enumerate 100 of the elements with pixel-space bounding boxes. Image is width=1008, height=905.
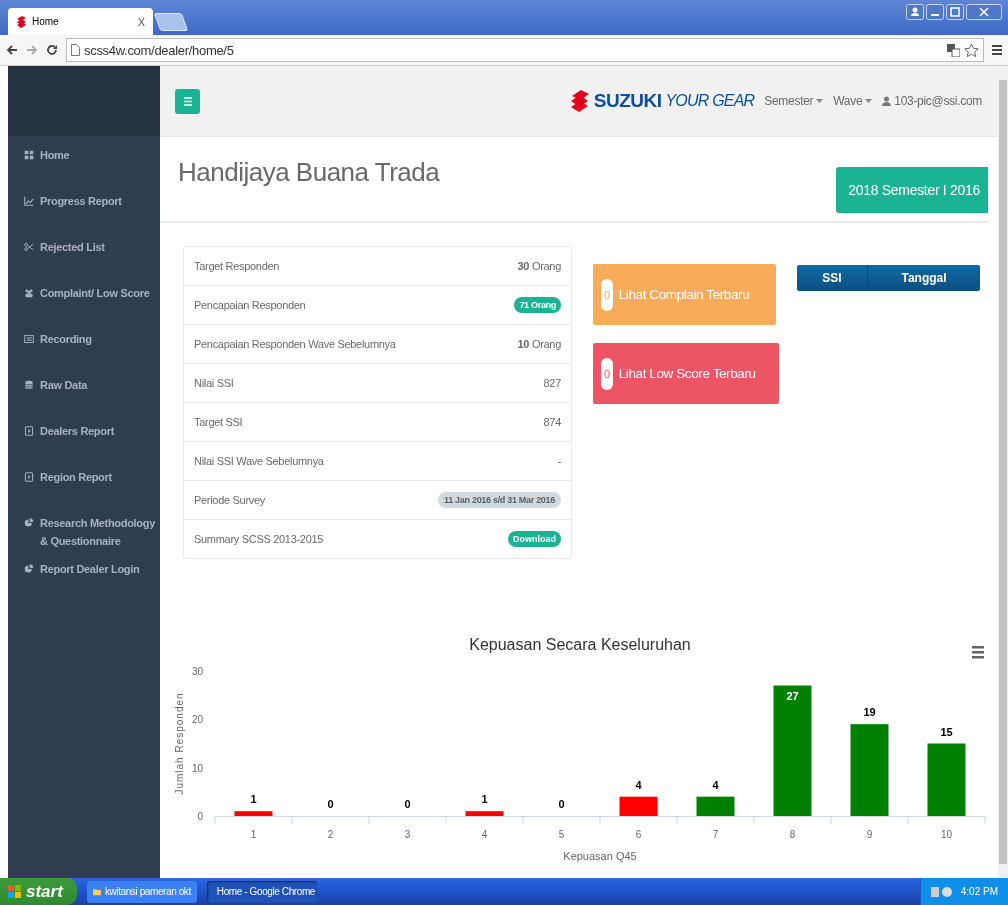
tick-label: 2 [327, 829, 334, 840]
sidebar-item[interactable]: Complaint/ Low Score [8, 284, 160, 330]
tick-label: 7 [712, 829, 719, 840]
taskbar-button[interactable]: kwitansi pameran okt [86, 880, 197, 903]
logo-icon [16, 15, 27, 28]
sidebar-item[interactable]: Home [8, 146, 160, 192]
sidebar-item[interactable]: Region Report [8, 468, 160, 514]
tick-label: 30 [191, 666, 203, 677]
new-tab-button[interactable] [153, 13, 189, 31]
sidebar-item[interactable]: Research Methodology & Questionnaire [8, 514, 160, 560]
dropdown-menu[interactable]: Wave [833, 94, 873, 108]
row-value: 10 Orang [517, 338, 561, 350]
row-label: Pencapaian Responden Wave Sebelumnya [194, 338, 396, 350]
row-label: Summary SCSS 2013-2015 [194, 533, 324, 545]
caret-icon [816, 99, 824, 103]
star-icon[interactable] [964, 43, 979, 57]
translate-icon[interactable] [947, 43, 960, 57]
tab-close-button[interactable]: X [137, 15, 145, 28]
address-field[interactable]: scss4w.com/dealer/home/5 [66, 38, 984, 62]
taskbar-button[interactable]: Home - Google Chrome [206, 880, 317, 903]
minimize-icon[interactable] [926, 4, 944, 20]
page-icon [71, 44, 80, 56]
row-label: Nilai SSI Wave Sebelumnya [194, 455, 324, 467]
download-button[interactable]: Download [508, 531, 561, 547]
document-icon [24, 472, 34, 482]
caret-icon [865, 99, 873, 103]
row-value: 874 [543, 416, 561, 428]
grid-icon [24, 150, 34, 160]
user-icon [882, 96, 892, 106]
alert-button[interactable]: 0 Lihat Low Score Terbaru [593, 343, 779, 404]
pie-chart-icon [24, 518, 34, 528]
sidebar-item[interactable]: Progress Report [8, 192, 160, 238]
menu-icon [183, 96, 192, 106]
tick-label: 9 [866, 829, 873, 840]
data-label: 1 [481, 793, 488, 806]
menu-icon[interactable] [992, 44, 1002, 56]
row-value: 827 [543, 377, 561, 389]
dropdown-menu[interactable]: Semester [764, 94, 824, 108]
menu-icon[interactable] [972, 646, 984, 659]
sidebar-item[interactable]: Rejected List [8, 238, 160, 284]
tick-label: 3 [404, 829, 411, 840]
count-badge: 71 Orang [514, 297, 561, 313]
row-label: Nilai SSI [194, 377, 234, 389]
sidebar-item[interactable]: Recording [8, 330, 160, 376]
clock: 4:02 PM [960, 886, 998, 897]
tick-label: 6 [635, 829, 642, 840]
data-label: 4 [635, 778, 642, 791]
data-label: 0 [327, 798, 334, 810]
folder-icon [92, 886, 101, 897]
row-label: Target Responden [194, 260, 280, 272]
data-label: 4 [712, 778, 719, 791]
period-badge: 2018 Semester I 2016 [836, 167, 988, 213]
document-icon [24, 426, 34, 436]
data-label: 15 [940, 725, 953, 738]
row-label: Periode Survey [194, 494, 265, 506]
database-icon [24, 380, 34, 390]
users-icon [24, 288, 34, 298]
start-button[interactable]: start [0, 878, 77, 905]
row-label: Target SSI [194, 416, 243, 428]
windows-logo-icon [8, 884, 22, 899]
maximize-icon[interactable] [946, 4, 964, 20]
data-label: 1 [250, 793, 257, 806]
dealer-title: Handijaya Buana Trada [178, 157, 440, 188]
tick-label: 20 [191, 714, 203, 726]
back-icon[interactable] [6, 44, 18, 56]
tick-label: 10 [191, 762, 203, 774]
column-header[interactable]: Tanggal [868, 265, 980, 291]
axis-title: Jumlah Responden [174, 692, 185, 795]
sidebar-item[interactable]: Dealers Report [8, 422, 160, 468]
data-label: 19 [863, 706, 876, 719]
browser-tab[interactable]: Home X [8, 8, 153, 35]
axis-title: Kepuasan Q45 [563, 850, 637, 862]
row-value: 30 Orang [517, 260, 561, 272]
date-badge: 11 Jan 2016 s/d 31 Mar 2016 [438, 492, 561, 508]
tick-label: 5 [558, 829, 565, 840]
tick-label: 1 [250, 829, 257, 840]
reload-icon[interactable] [46, 44, 58, 56]
user-email[interactable]: 103-pic@ssi.com [894, 94, 982, 108]
brand-logo: SUZUKI YOUR GEAR [569, 90, 755, 112]
menu-button[interactable] [175, 88, 200, 114]
row-label: Pencapaian Responden [194, 299, 306, 311]
tick-label: 8 [789, 829, 796, 840]
pie-chart-icon [24, 564, 34, 574]
tick-label: 10 [940, 829, 953, 840]
user-icon[interactable] [906, 4, 924, 20]
data-label: 27 [786, 689, 799, 702]
scrollbar[interactable] [998, 66, 1008, 878]
tick-label: 4 [481, 829, 488, 840]
scissors-icon [24, 242, 34, 252]
sidebar-item[interactable]: Report Dealer Login [8, 560, 160, 606]
column-header[interactable]: SSI [797, 265, 868, 291]
tab-title: Home [32, 16, 60, 27]
data-label: 0 [404, 798, 411, 810]
sidebar-item[interactable]: Raw Data [8, 376, 160, 422]
chart-title: Kepuasan Secara Keseluruhan [469, 636, 691, 653]
data-label: 0 [558, 798, 565, 810]
close-icon[interactable] [966, 4, 1002, 20]
row-value: - [557, 455, 561, 467]
list-icon [24, 334, 34, 344]
tick-label: 0 [197, 811, 203, 822]
